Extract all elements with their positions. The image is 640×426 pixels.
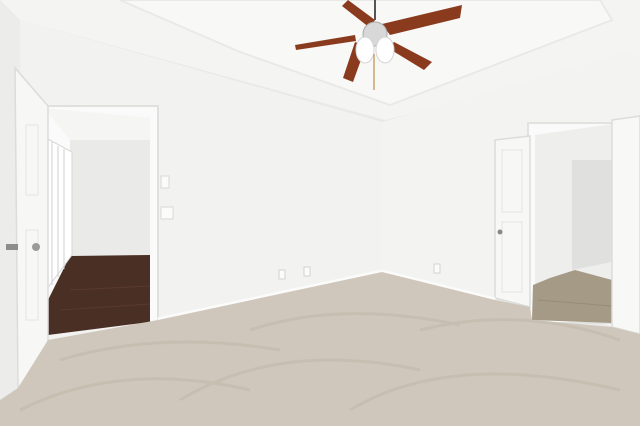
outlet-icon xyxy=(303,266,311,277)
outlet-icon xyxy=(278,269,286,280)
door-knob xyxy=(497,229,503,235)
light-switch-icon xyxy=(160,175,170,189)
door-knob xyxy=(32,243,40,251)
left-room-wall xyxy=(70,120,150,256)
outlet-icon xyxy=(433,263,441,274)
door-icon[interactable] xyxy=(494,135,531,308)
empty-bedroom-photo xyxy=(0,0,640,426)
closet-inner xyxy=(572,160,612,270)
light-switch-icon xyxy=(160,206,174,220)
door-icon[interactable] xyxy=(611,115,640,335)
room-scene xyxy=(0,0,640,426)
